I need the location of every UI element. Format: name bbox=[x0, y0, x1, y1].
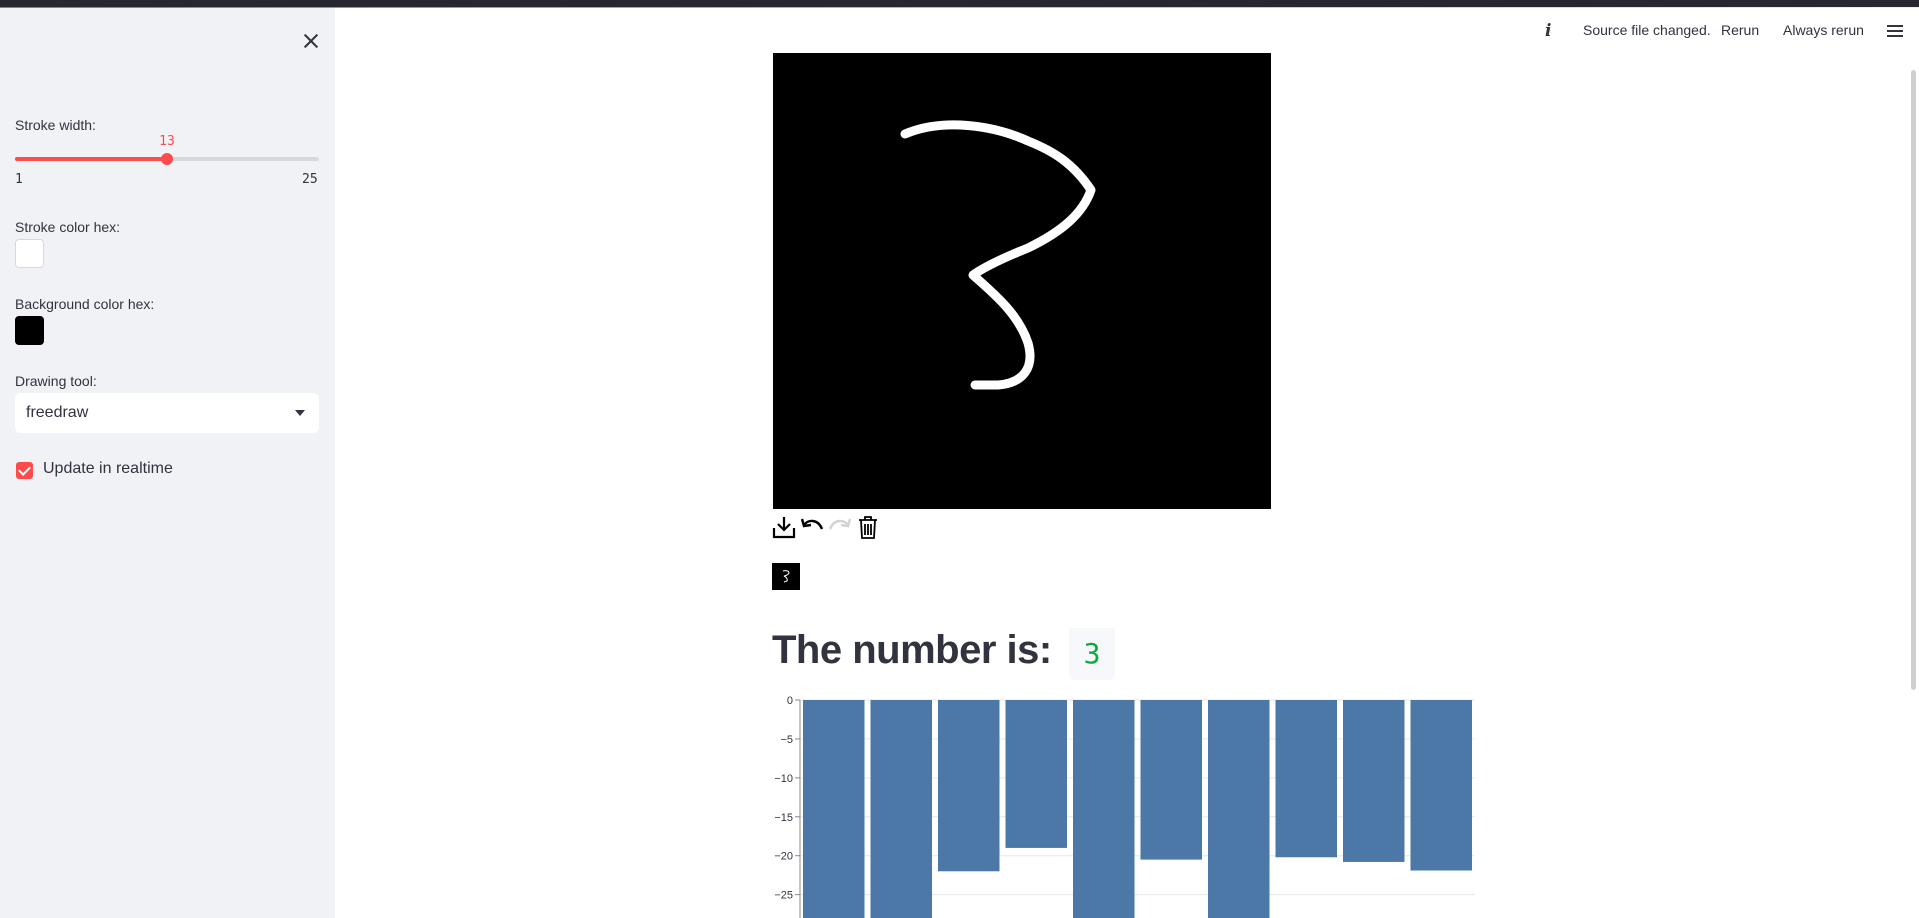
digit-thumbnail bbox=[772, 563, 800, 590]
drawing-canvas[interactable] bbox=[773, 53, 1271, 509]
rerun-button[interactable]: Rerun bbox=[1721, 22, 1759, 38]
status-text: Source file changed. bbox=[1583, 22, 1711, 38]
bar-6[interactable] bbox=[1208, 700, 1270, 918]
bar-0[interactable] bbox=[803, 700, 865, 918]
always-rerun-button[interactable]: Always rerun bbox=[1783, 22, 1864, 38]
y-tick-label: −20 bbox=[774, 851, 793, 863]
realtime-checkbox[interactable] bbox=[16, 462, 33, 479]
stroke-width-slider[interactable] bbox=[15, 153, 319, 165]
bar-4[interactable] bbox=[1073, 700, 1135, 918]
hamburger-menu-icon[interactable] bbox=[1887, 25, 1903, 37]
scrollbar[interactable] bbox=[1911, 70, 1916, 690]
slider-thumb[interactable] bbox=[161, 153, 173, 165]
chevron-down-icon bbox=[295, 410, 305, 416]
realtime-checkbox-label[interactable]: Update in realtime bbox=[43, 460, 173, 478]
background-color-label: Background color hex: bbox=[15, 296, 155, 312]
slider-max-label: 25 bbox=[302, 172, 318, 187]
bar-9[interactable] bbox=[1410, 700, 1473, 871]
stroke-width-label: Stroke width: bbox=[15, 117, 96, 133]
drawn-digit-stroke bbox=[900, 120, 1096, 390]
y-tick-label: 0 bbox=[787, 695, 793, 707]
y-tick-label: −10 bbox=[774, 773, 793, 785]
trash-icon[interactable] bbox=[855, 513, 881, 541]
y-tick-label: −25 bbox=[774, 890, 793, 902]
bar-8[interactable] bbox=[1343, 700, 1405, 862]
bar-7[interactable] bbox=[1275, 700, 1338, 858]
stroke-color-picker[interactable] bbox=[15, 239, 44, 268]
download-icon[interactable] bbox=[771, 513, 797, 541]
result-title: The number is: bbox=[772, 628, 1052, 672]
y-tick-label: −5 bbox=[780, 734, 793, 746]
close-sidebar-icon[interactable] bbox=[300, 30, 322, 52]
drawing-tool-select[interactable]: freedraw bbox=[15, 393, 319, 433]
drawing-tool-label: Drawing tool: bbox=[15, 373, 97, 389]
stroke-color-label: Stroke color hex: bbox=[15, 219, 121, 235]
sidebar: Stroke width: 13 1 25 Stroke color hex: … bbox=[0, 8, 335, 918]
bar-2[interactable] bbox=[938, 700, 1000, 872]
bar-5[interactable] bbox=[1140, 700, 1203, 860]
bar-3[interactable] bbox=[1005, 700, 1068, 848]
y-tick-label: −15 bbox=[774, 812, 793, 824]
slider-min-label: 1 bbox=[15, 172, 23, 187]
background-color-picker[interactable] bbox=[15, 316, 44, 345]
predicted-digit: 3 bbox=[1069, 628, 1115, 680]
drawing-tool-value: freedraw bbox=[26, 404, 89, 421]
redo-icon[interactable] bbox=[827, 513, 853, 541]
prediction-bar-chart: 0 −5 −10 −15 −20 −25 bbox=[774, 695, 1475, 918]
info-icon[interactable]: i bbox=[1545, 21, 1559, 41]
stroke-width-value: 13 bbox=[159, 134, 175, 149]
undo-icon[interactable] bbox=[799, 513, 825, 541]
bar-1[interactable] bbox=[870, 700, 933, 918]
slider-fill bbox=[15, 157, 167, 161]
app-decoration-bar bbox=[0, 0, 1919, 8]
